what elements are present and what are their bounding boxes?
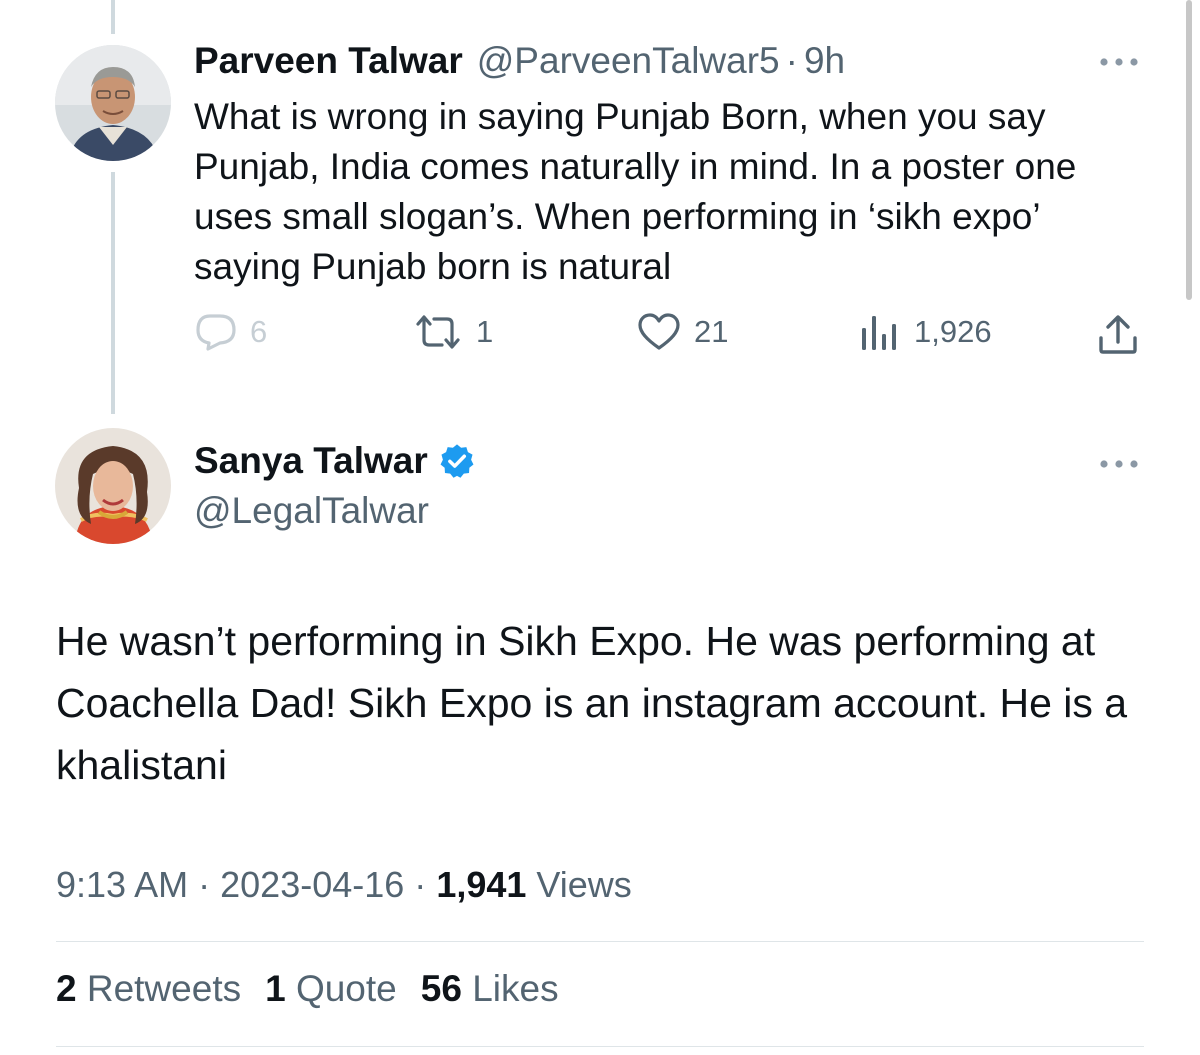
engagement-stats: 2 Retweets 1 Quote 56 Likes [56,968,583,1010]
likes-label: Likes [472,968,559,1009]
quotes-label: Quote [295,968,397,1009]
tweet-date[interactable]: 2023-04-16 [220,864,404,905]
scrollbar[interactable] [1186,0,1192,300]
thread-line-top [111,0,115,34]
divider [56,941,1144,942]
retweets-stat[interactable]: 2 Retweets [56,968,241,1010]
avatar-image [55,428,171,544]
divider [56,1046,1144,1047]
main-author-name[interactable]: Sanya Talwar [194,440,428,482]
reply-text: What is wrong in saying Punjab Born, whe… [194,96,1077,287]
share-icon [1099,315,1137,354]
thread-line [111,172,115,414]
retweet-icon [416,315,460,349]
more-horizontal-icon [1100,58,1138,66]
main-header: Sanya Talwar [194,440,476,482]
reply-author-name[interactable]: Parveen Talwar [194,40,463,82]
retweets-count: 2 [56,968,77,1009]
like-button[interactable]: 21 [636,312,728,352]
reply-time[interactable]: 9h [804,40,845,82]
retweet-button[interactable]: 1 [412,312,493,352]
more-horizontal-icon [1100,460,1138,468]
comment-icon [196,314,236,351]
reply-more-button[interactable] [1098,52,1140,77]
like-count: 21 [694,314,729,349]
reply-button[interactable]: 6 [194,312,267,352]
tweet-time[interactable]: 9:13 AM [56,864,188,905]
quotes-stat[interactable]: 1 Quote [265,968,397,1010]
separator-dot: · [198,864,211,905]
heart-icon [638,313,680,350]
reply-header: Parveen Talwar @ParveenTalwar5 · 9h [194,40,845,82]
reply-author-handle[interactable]: @ParveenTalwar5 [477,40,780,82]
main-tweet-text: He wasn’t performing in Sikh Expo. He wa… [56,618,1128,788]
tweet-metadata: 9:13 AM · 2023-04-16 · 1,941 Views [56,864,632,906]
quotes-count: 1 [265,968,286,1009]
reply-count: 6 [250,314,268,349]
main-more-button[interactable] [1098,454,1140,479]
main-avatar[interactable] [55,428,171,544]
avatar-image [55,45,171,161]
views-button[interactable]: 1,926 [858,312,992,352]
likes-stat[interactable]: 56 Likes [421,968,559,1010]
verified-badge-icon [440,444,474,478]
retweet-count: 1 [476,314,494,349]
share-button[interactable] [1096,312,1140,361]
reply-avatar[interactable] [55,45,171,161]
views-count: 1,926 [914,314,992,349]
retweets-label: Retweets [86,968,242,1009]
analytics-icon [862,316,896,350]
likes-count: 56 [420,968,462,1009]
main-author-handle[interactable]: @LegalTalwar [194,490,429,532]
separator-dot: · [414,864,427,905]
views-count: 1,941 [436,864,527,905]
separator-dot: · [785,40,798,81]
views-label: Views [536,864,632,905]
